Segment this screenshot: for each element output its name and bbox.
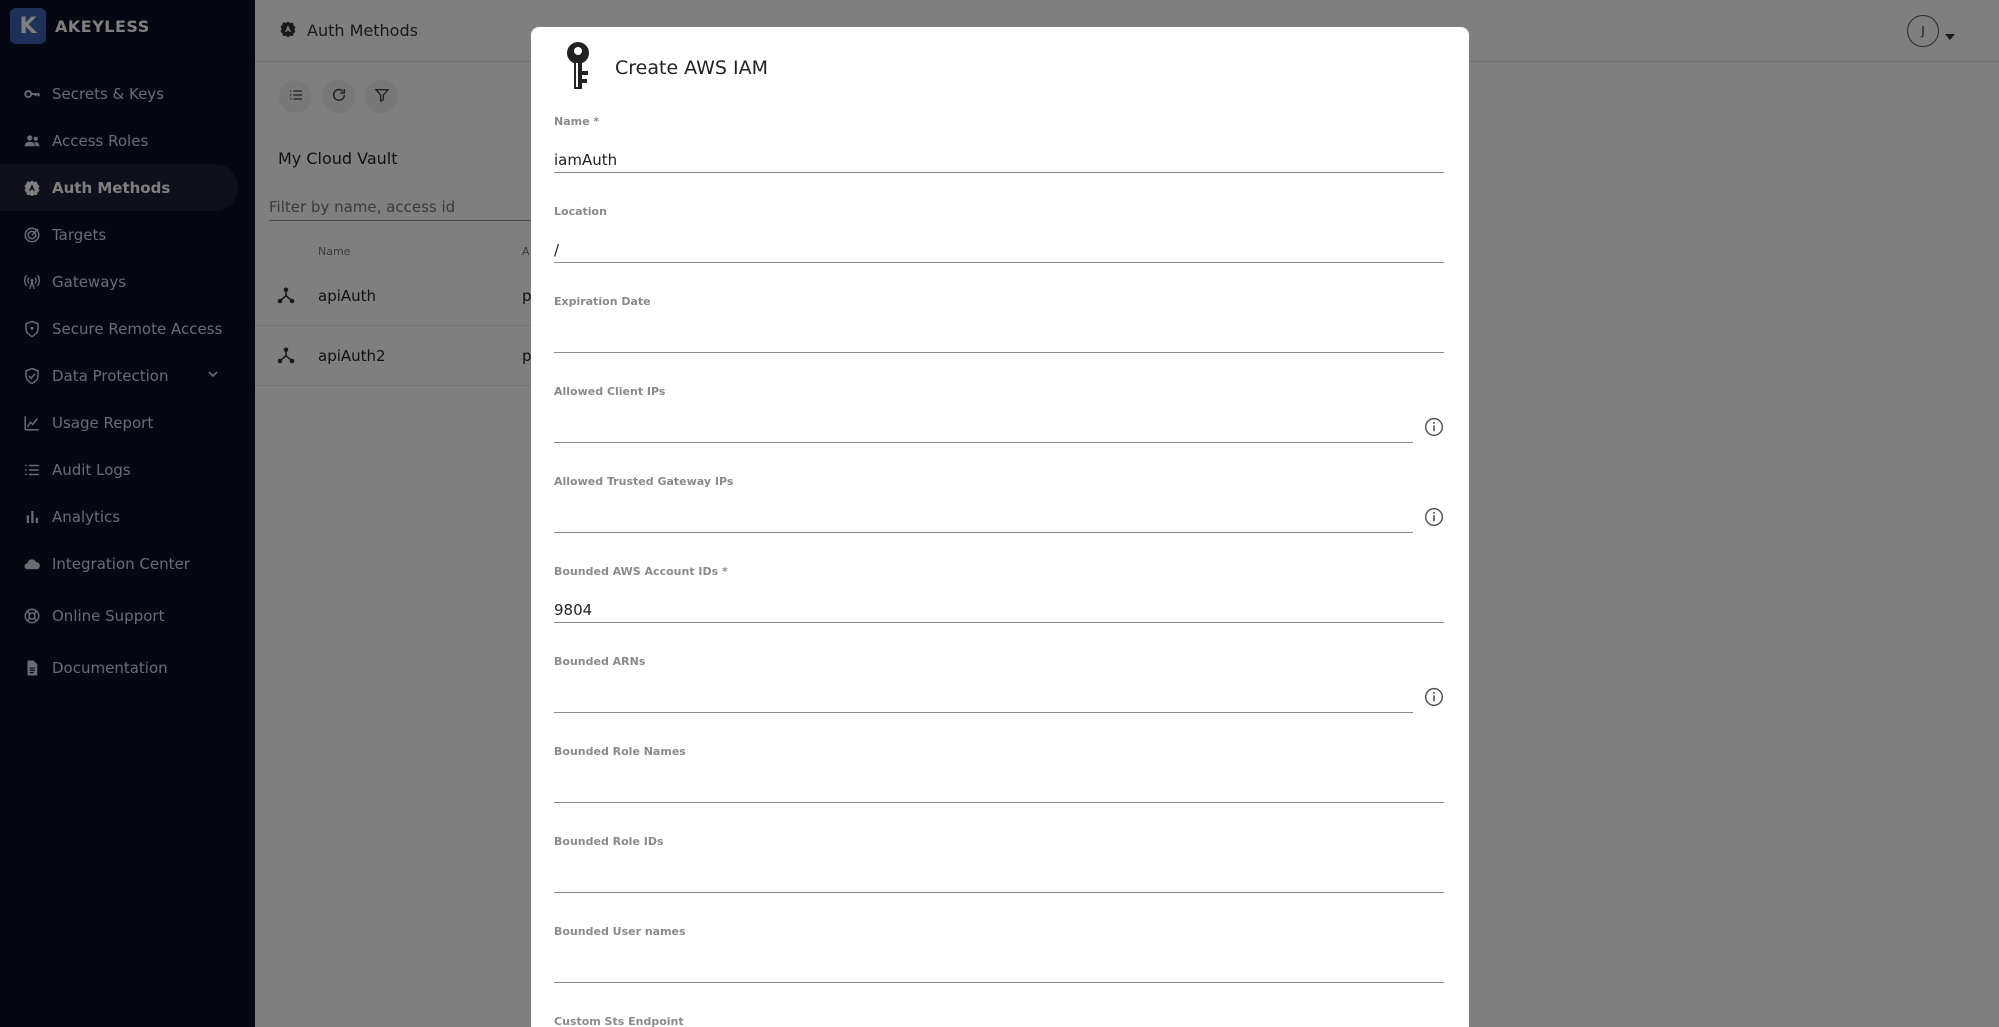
name-input[interactable]: [554, 147, 1444, 173]
allowed-trusted-gateway-ips-field: Allowed Trusted Gateway IPs: [554, 475, 1444, 533]
field-label: Bounded Role IDs: [554, 835, 664, 848]
field-label: Allowed Trusted Gateway IPs: [554, 475, 734, 488]
field-label: Allowed Client IPs: [554, 385, 666, 398]
field-label: Bounded User names: [554, 925, 686, 938]
info-icon[interactable]: [1424, 687, 1444, 711]
custom-sts-endpoint-field: Custom Sts Endpoint: [554, 1015, 1444, 1027]
bounded-arns-input[interactable]: [554, 687, 1413, 713]
expiration-date-input[interactable]: [554, 327, 1444, 353]
allowed-client-ips-field: Allowed Client IPs: [554, 385, 1444, 443]
allowed-trusted-gateway-ips-input[interactable]: [554, 507, 1413, 533]
create-aws-iam-dialog: Create AWS IAM Name * Location Expiratio…: [531, 27, 1469, 1027]
dialog-header: Create AWS IAM: [563, 41, 768, 95]
bounded-role-ids-field: Bounded Role IDs: [554, 835, 1444, 893]
name-field: Name *: [554, 115, 1444, 173]
info-icon[interactable]: [1424, 417, 1444, 441]
field-label: Custom Sts Endpoint: [554, 1015, 684, 1027]
bounded-user-names-field: Bounded User names: [554, 925, 1444, 983]
bounded-arns-field: Bounded ARNs: [554, 655, 1444, 713]
field-label: Expiration Date: [554, 295, 651, 308]
bounded-role-ids-input[interactable]: [554, 867, 1444, 893]
allowed-client-ips-input[interactable]: [554, 417, 1413, 443]
field-label: Name *: [554, 115, 600, 128]
bounded-aws-account-ids-field: Bounded AWS Account IDs *: [554, 565, 1444, 623]
bounded-role-names-field: Bounded Role Names: [554, 745, 1444, 803]
location-field: Location: [554, 205, 1444, 263]
dialog-title: Create AWS IAM: [615, 57, 769, 79]
bounded-aws-account-ids-input[interactable]: [554, 597, 1444, 623]
field-label: Bounded AWS Account IDs *: [554, 565, 728, 578]
field-label: Location: [554, 205, 607, 218]
key-icon: [563, 41, 593, 95]
expiration-date-field: Expiration Date: [554, 295, 1444, 353]
bounded-user-names-input[interactable]: [554, 957, 1444, 983]
field-label: Bounded ARNs: [554, 655, 646, 668]
location-input[interactable]: [554, 237, 1444, 263]
bounded-role-names-input[interactable]: [554, 777, 1444, 803]
info-icon[interactable]: [1424, 507, 1444, 531]
field-label: Bounded Role Names: [554, 745, 686, 758]
